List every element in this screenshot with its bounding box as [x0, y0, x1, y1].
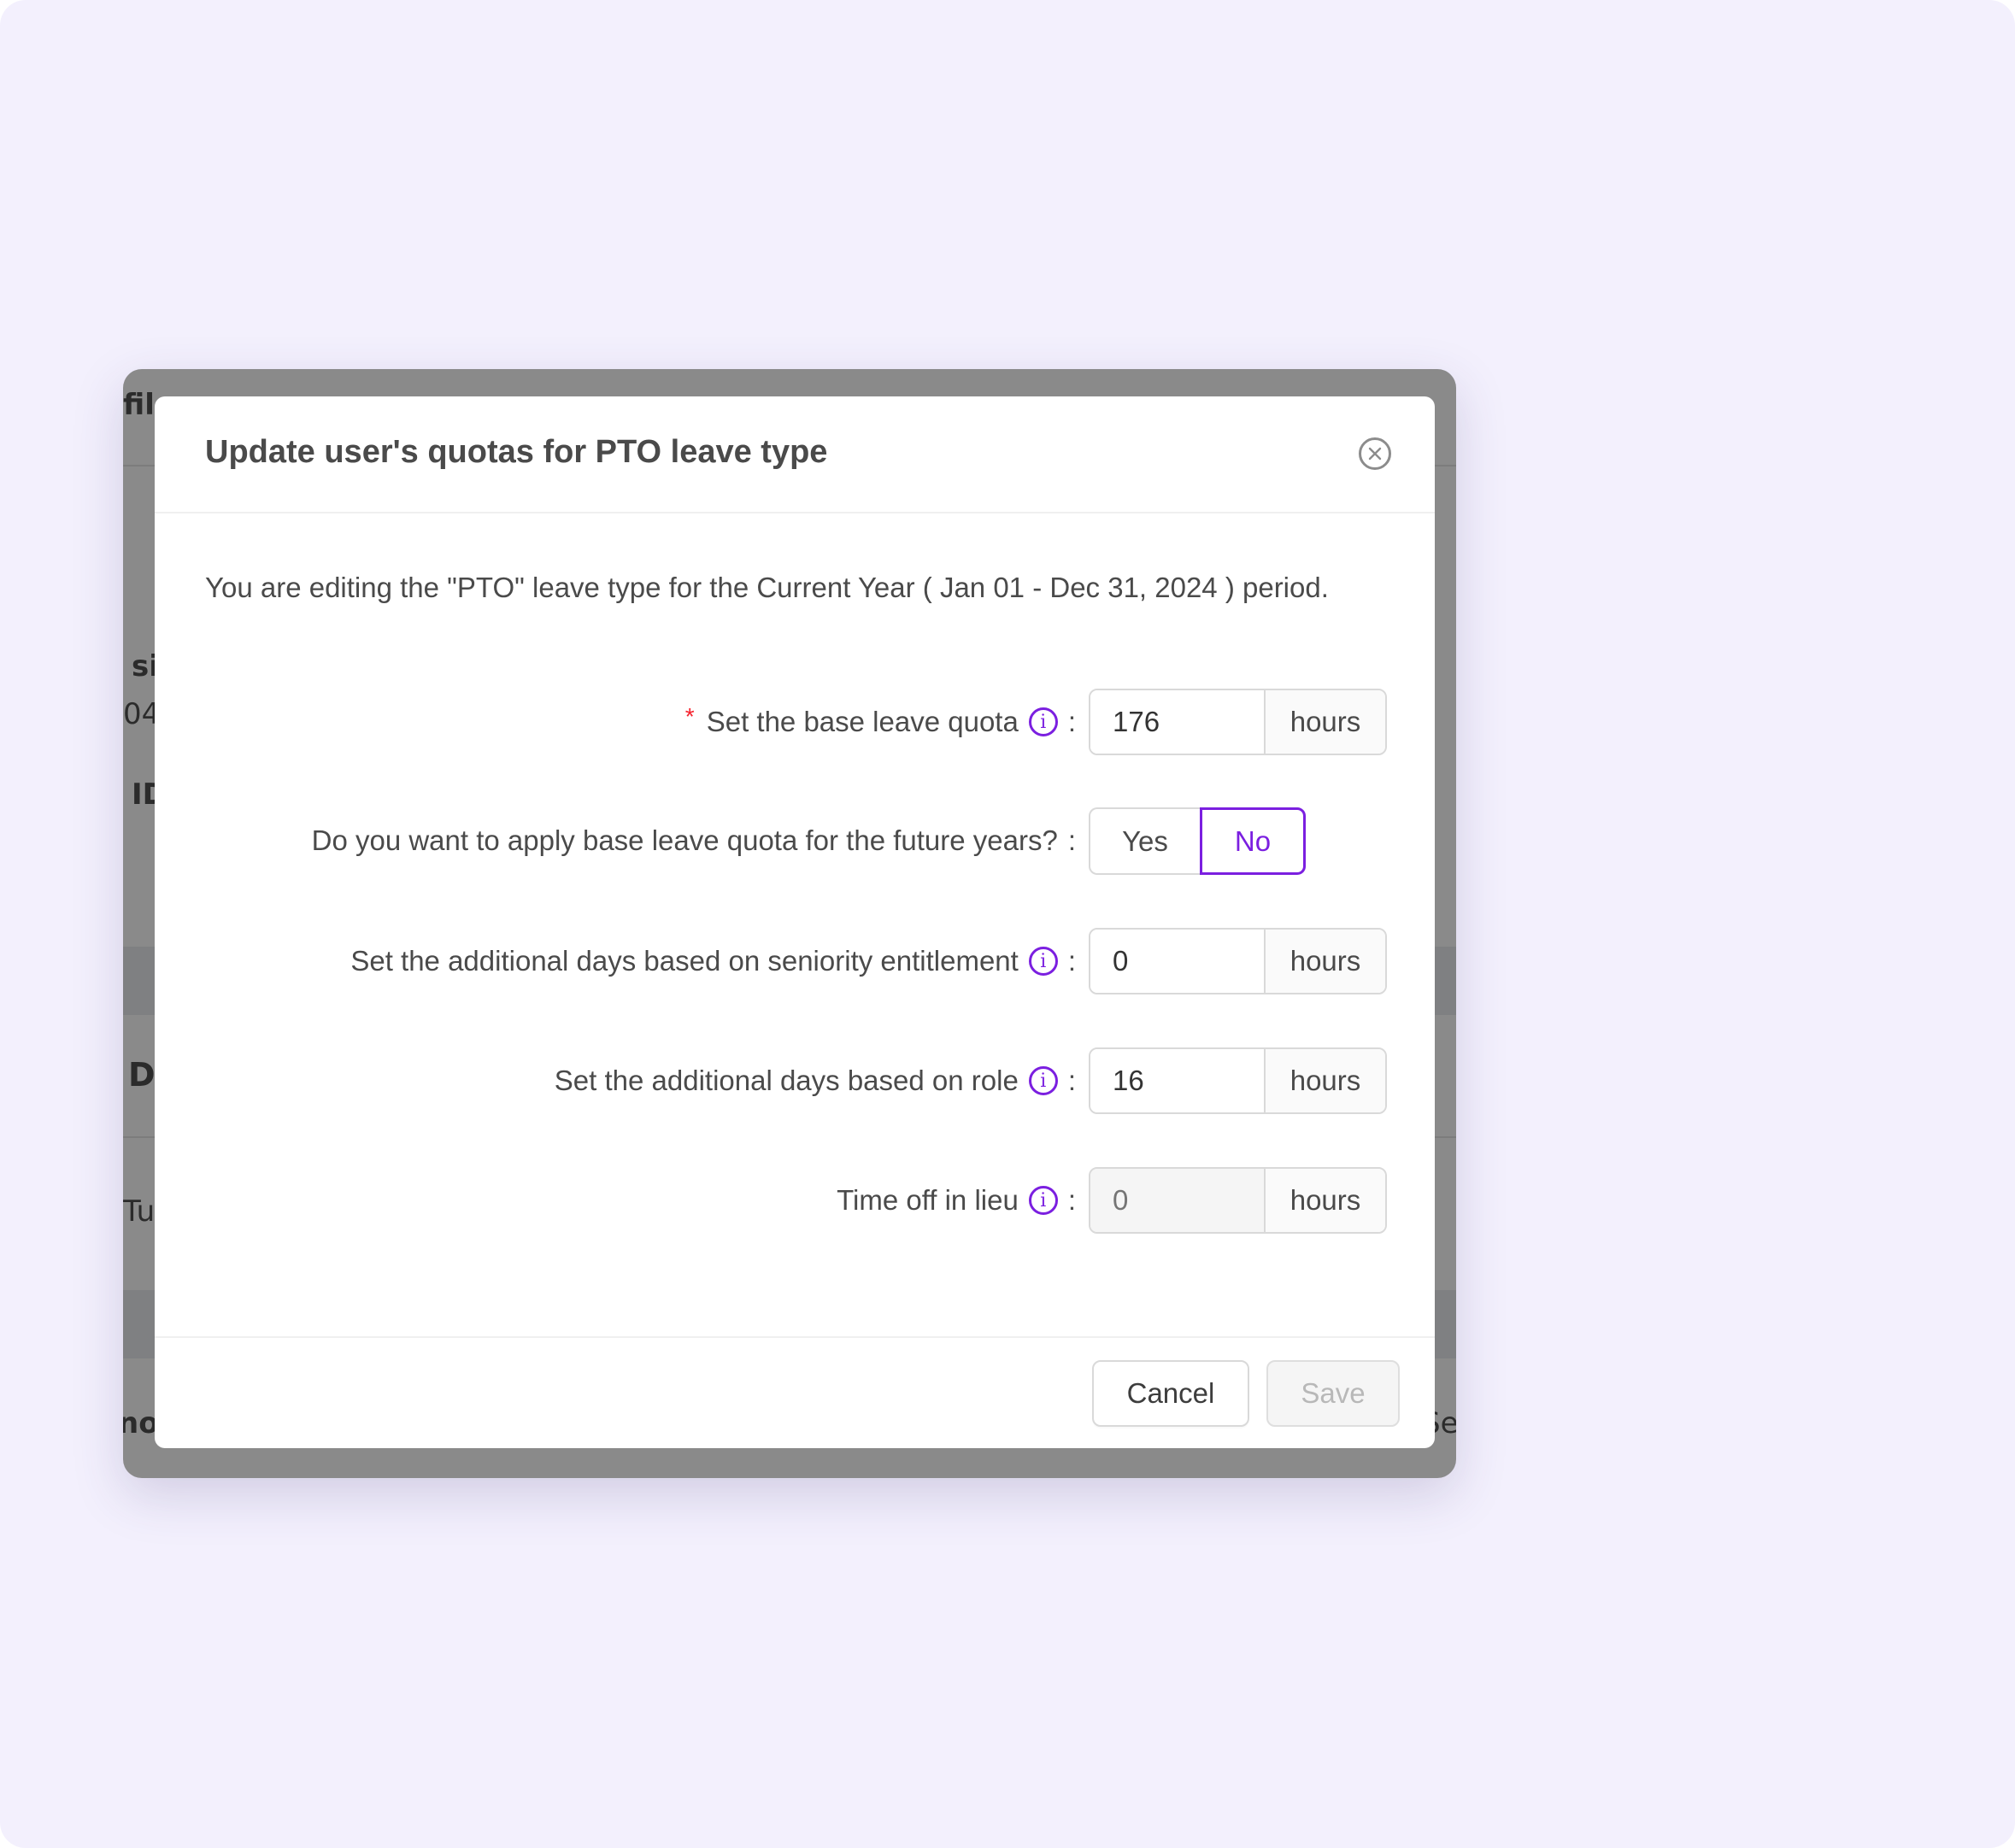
info-icon-glyph: i — [1040, 711, 1047, 733]
base-quota-label-group: * Set the base leave quota i : — [685, 689, 1076, 755]
seniority-input[interactable] — [1090, 930, 1264, 993]
lieu-input-group: hours — [1089, 1167, 1387, 1234]
cancel-button[interactable]: Cancel — [1092, 1360, 1249, 1427]
seniority-label: Set the additional days based on seniori… — [350, 945, 1019, 977]
modal-header: Update user's quotas for PTO leave type — [155, 396, 1435, 513]
apply-future-row: Do you want to apply base leave quota fo… — [155, 807, 1435, 875]
role-input[interactable] — [1090, 1049, 1264, 1112]
base-quota-row: * Set the base leave quota i : hours — [155, 689, 1435, 755]
modal-description: You are editing the "PTO" leave type for… — [205, 572, 1329, 603]
modal-footer: Cancel Save — [155, 1336, 1435, 1450]
hours-addon: hours — [1264, 1049, 1385, 1112]
role-label: Set the additional days based on role — [554, 1065, 1019, 1096]
required-mark: * — [684, 703, 695, 730]
info-icon[interactable]: i — [1028, 947, 1058, 976]
background-text: D — [128, 1056, 156, 1094]
base-quota-input-group: hours — [1089, 689, 1387, 755]
info-icon-glyph: i — [1040, 1070, 1047, 1092]
seniority-label-group: Set the additional days based on seniori… — [350, 928, 1076, 994]
hours-addon: hours — [1264, 1169, 1385, 1232]
seniority-row: Set the additional days based on seniori… — [155, 928, 1435, 994]
info-icon[interactable]: i — [1028, 1066, 1058, 1095]
lieu-label: Time off in lieu — [837, 1184, 1019, 1216]
label-colon: : — [1067, 1184, 1076, 1216]
yes-option-button[interactable]: Yes — [1089, 807, 1200, 875]
close-button[interactable] — [1359, 437, 1391, 470]
background-text: fil — [123, 388, 155, 422]
modal-title: Update user's quotas for PTO leave type — [205, 434, 828, 470]
page-background: fil si 04 ID D Tue not Se Update user's … — [0, 0, 2015, 1848]
lieu-row: Time off in lieu i : hours — [155, 1167, 1435, 1234]
info-icon[interactable]: i — [1028, 1186, 1058, 1215]
hours-addon: hours — [1264, 930, 1385, 993]
lieu-input — [1090, 1169, 1264, 1232]
apply-future-label: Do you want to apply base leave quota fo… — [311, 824, 1058, 856]
label-colon: : — [1067, 945, 1076, 977]
info-icon[interactable]: i — [1028, 707, 1058, 736]
save-button[interactable]: Save — [1266, 1360, 1400, 1427]
role-label-group: Set the additional days based on role i … — [555, 1047, 1076, 1114]
seniority-input-group: hours — [1089, 928, 1387, 994]
update-quota-modal: Update user's quotas for PTO leave type … — [155, 396, 1435, 1448]
label-colon: : — [1067, 824, 1076, 856]
label-colon: : — [1067, 706, 1076, 737]
close-icon — [1368, 447, 1382, 461]
apply-future-label-group: Do you want to apply base leave quota fo… — [312, 807, 1076, 874]
base-quota-label: Set the base leave quota — [706, 706, 1019, 737]
base-quota-input[interactable] — [1090, 690, 1264, 754]
lieu-label-group: Time off in lieu i : — [837, 1167, 1076, 1234]
label-colon: : — [1067, 1065, 1076, 1096]
hours-addon: hours — [1264, 690, 1385, 754]
no-option-button[interactable]: No — [1200, 807, 1306, 875]
info-icon-glyph: i — [1040, 1189, 1047, 1211]
role-row: Set the additional days based on role i … — [155, 1047, 1435, 1114]
info-icon-glyph: i — [1040, 950, 1047, 972]
apply-future-toggle: Yes No — [1089, 807, 1306, 875]
role-input-group: hours — [1089, 1047, 1387, 1114]
